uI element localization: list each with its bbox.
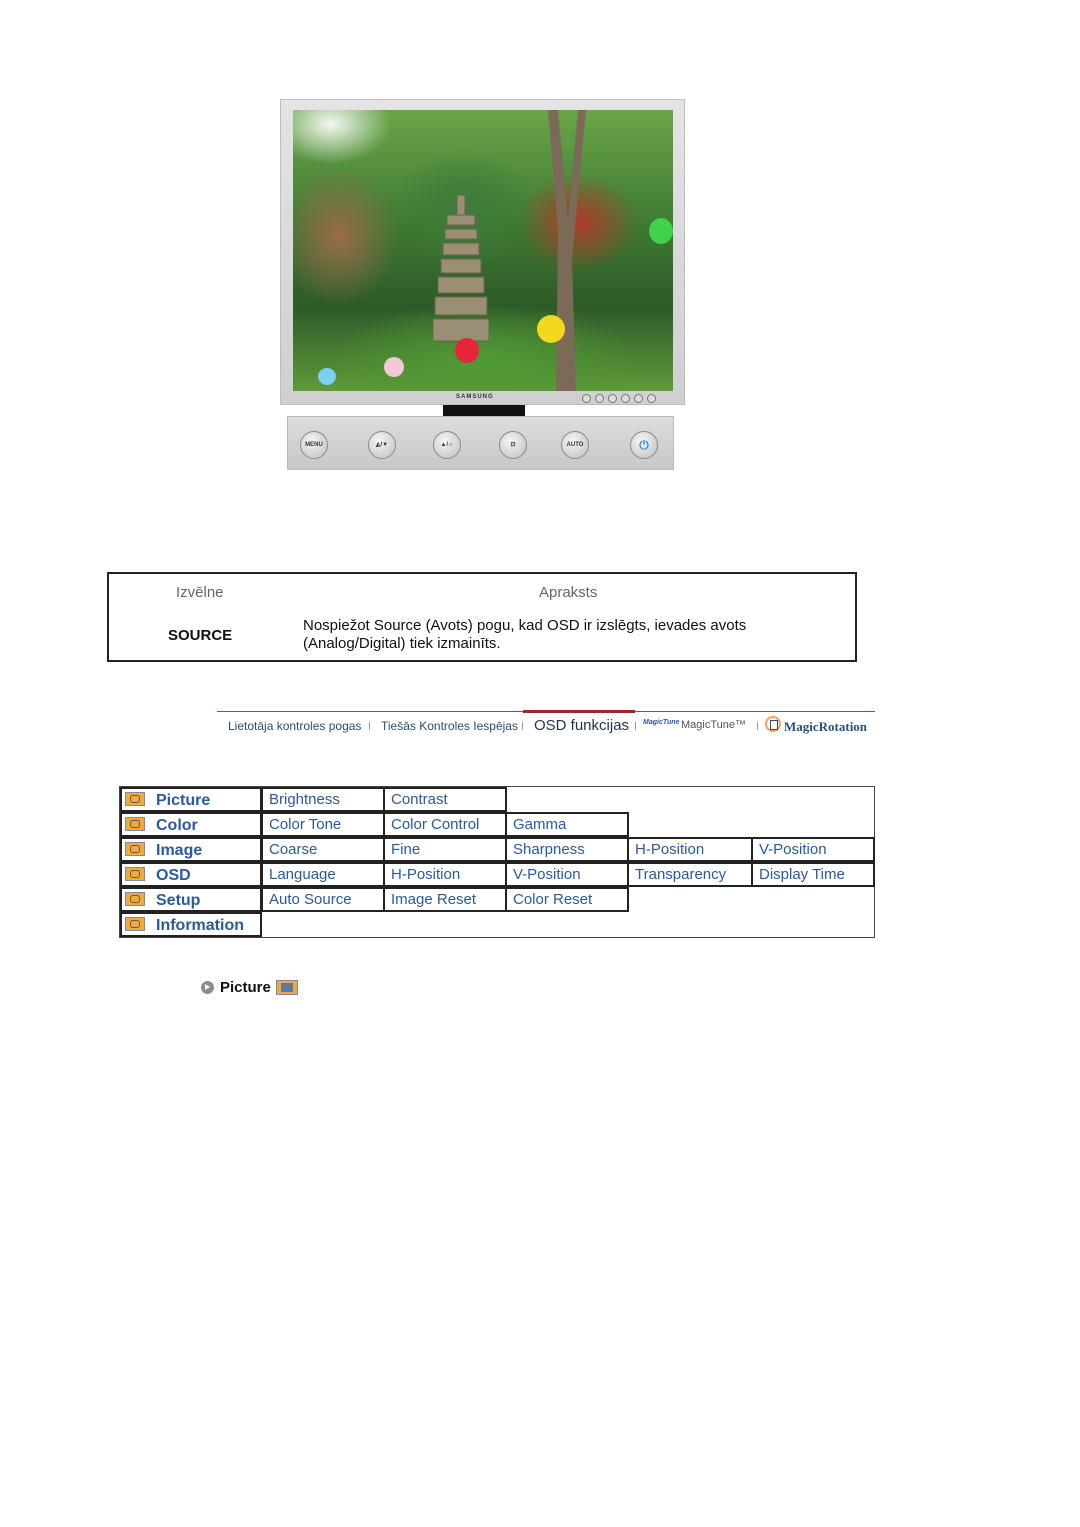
tree-trunk-image [548, 110, 586, 391]
menu-description: Nospiežot Source (Avots) pogu, kad OSD i… [303, 617, 747, 652]
nav-item-direct-controls[interactable]: Tiešās Kontroles Iespējas [381, 719, 518, 733]
nav-active-indicator [523, 710, 635, 713]
osd-item-sharpness[interactable]: Sharpness [505, 837, 629, 862]
picture-icon [125, 792, 145, 806]
lantern-yellow [537, 315, 565, 343]
osd-item-image-v-position[interactable]: V-Position [751, 837, 875, 862]
monitor-screen-photo [293, 110, 673, 391]
osd-item-auto-source[interactable]: Auto Source [261, 887, 385, 912]
up-brightness-icon: ▲/☼ [433, 431, 461, 459]
nav-separator [635, 722, 636, 730]
monitor-stand [443, 405, 525, 416]
source-icon: ⊡ [499, 431, 527, 459]
mini-button-icon [582, 394, 591, 403]
menu-icon: MENU [300, 431, 328, 459]
osd-item-brightness[interactable]: Brightness [261, 787, 385, 812]
osd-item-color-control[interactable]: Color Control [383, 812, 507, 837]
category-label: Color [156, 817, 198, 834]
section-navigation: Lietotāja kontroles pogas Tiešās Kontrol… [217, 710, 875, 741]
button-panel-closeup: MENU ◭/▼ ▲/☼ ⊡ AUTO ⏻ [287, 416, 674, 470]
mini-button-icon [621, 394, 630, 403]
information-icon [125, 917, 145, 931]
osd-item-fine[interactable]: Fine [383, 837, 507, 862]
osd-item-osd-v-position[interactable]: V-Position [505, 862, 629, 887]
image-icon [125, 842, 145, 856]
osd-item-image-h-position[interactable]: H-Position [627, 837, 753, 862]
osd-category-information[interactable]: Information [120, 912, 262, 937]
osd-item-color-tone[interactable]: Color Tone [261, 812, 385, 837]
magicrotation-icon [765, 716, 781, 732]
nav-item-user-controls[interactable]: Lietotāja kontroles pogas [228, 719, 361, 733]
category-label: Setup [156, 892, 201, 909]
osd-item-color-reset[interactable]: Color Reset [505, 887, 629, 912]
brand-logo: SAMSUNG [456, 394, 494, 400]
nav-separator [522, 722, 523, 730]
menu-name-source: SOURCE [168, 627, 233, 644]
mini-button-icon [647, 394, 656, 403]
magictune-logo-icon: MagicTune [643, 719, 680, 726]
osd-category-color[interactable]: Color [120, 812, 262, 837]
monitor-illustration: SAMSUNG [280, 99, 685, 405]
osd-menu-grid: Picture Brightness Contrast Color Color … [119, 786, 875, 938]
osd-item-osd-h-position[interactable]: H-Position [383, 862, 507, 887]
mini-button-icon [634, 394, 643, 403]
osd-item-language[interactable]: Language [261, 862, 385, 887]
monitor-front-buttons [582, 394, 656, 403]
lantern-red [455, 338, 479, 363]
osd-category-image[interactable]: Image [120, 837, 262, 862]
category-label: OSD [156, 867, 191, 884]
category-label: Information [156, 917, 244, 934]
header-description: Apraksts [539, 584, 598, 601]
nav-item-osd-functions[interactable]: OSD funkcijas [534, 717, 629, 734]
lantern-pink [384, 357, 404, 377]
category-label: Image [156, 842, 203, 859]
category-label: Picture [156, 792, 211, 809]
lantern-green [649, 218, 673, 244]
lantern-blue [318, 368, 336, 385]
nav-item-magictune[interactable]: MagicTune™ [681, 719, 746, 731]
picture-icon [275, 980, 298, 995]
osd-item-image-reset[interactable]: Image Reset [383, 887, 507, 912]
power-icon: ⏻ [630, 431, 658, 459]
osd-item-gamma[interactable]: Gamma [505, 812, 629, 837]
nav-separator [369, 722, 370, 730]
circle-arrow-icon [201, 981, 214, 994]
picture-section-link[interactable]: Picture [201, 979, 298, 996]
osd-item-contrast[interactable]: Contrast [383, 787, 507, 812]
nav-separator [757, 722, 758, 730]
auto-icon: AUTO [561, 431, 589, 459]
magicbright-down-icon: ◭/▼ [368, 431, 396, 459]
description-table: Izvēlne Apraksts SOURCE Nospiežot Source… [107, 572, 857, 662]
osd-category-setup[interactable]: Setup [120, 887, 262, 912]
color-icon [125, 817, 145, 831]
osd-icon [125, 867, 145, 881]
osd-category-osd[interactable]: OSD [120, 862, 262, 887]
osd-item-display-time[interactable]: Display Time [751, 862, 875, 887]
osd-item-coarse[interactable]: Coarse [261, 837, 385, 862]
mini-button-icon [608, 394, 617, 403]
osd-category-picture[interactable]: Picture [120, 787, 262, 812]
section-link-label: Picture [220, 979, 271, 996]
header-menu: Izvēlne [176, 584, 224, 601]
osd-item-transparency[interactable]: Transparency [627, 862, 753, 887]
nav-item-magicrotation[interactable]: MagicRotation [784, 719, 867, 735]
setup-icon [125, 892, 145, 906]
mini-button-icon [595, 394, 604, 403]
